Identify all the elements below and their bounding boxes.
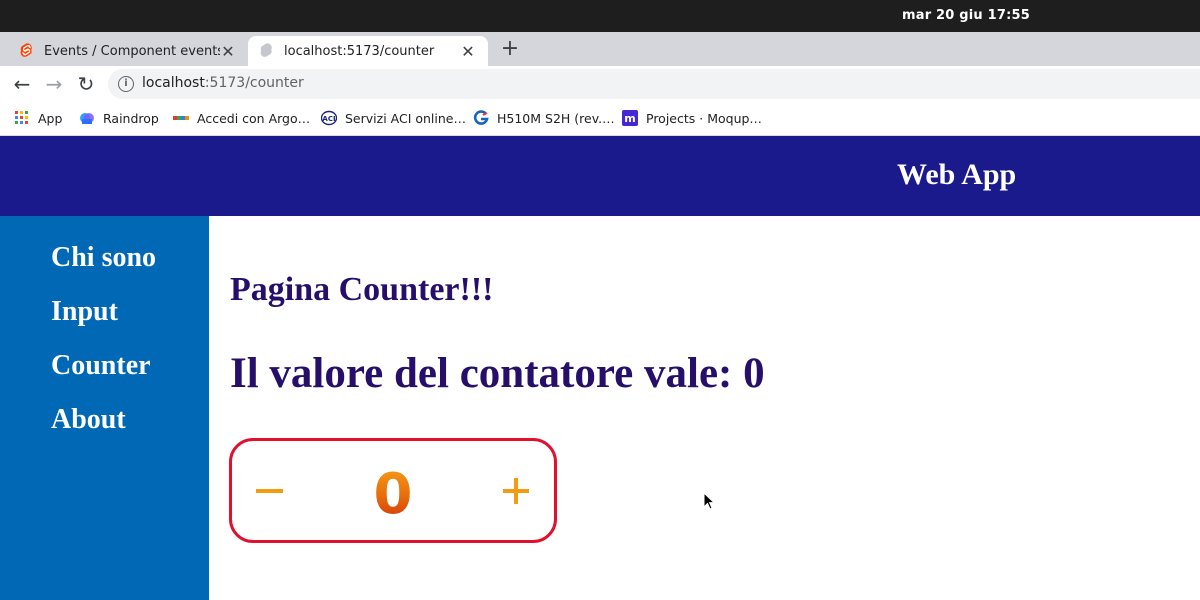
bookmark-label: H510M S2H (rev.… bbox=[497, 110, 615, 126]
bookmark-label: App bbox=[38, 110, 63, 126]
browser-tab-strip: Events / Component events • S ✕ localhos… bbox=[0, 32, 1200, 66]
page-title: Pagina Counter!!! bbox=[230, 271, 494, 308]
reload-icon[interactable]: ↻ bbox=[74, 72, 98, 96]
tab-localhost-counter[interactable]: localhost:5173/counter ✕ bbox=[248, 36, 488, 66]
nav-link-about[interactable]: About bbox=[51, 404, 126, 436]
url-text[interactable]: localhost:5173/counter bbox=[142, 75, 304, 91]
nav-link-counter[interactable]: Counter bbox=[51, 350, 151, 382]
close-icon[interactable]: ✕ bbox=[460, 42, 476, 61]
globe-icon bbox=[260, 43, 274, 59]
bookmark-label: Servizi ACI online… bbox=[345, 110, 466, 126]
mouse-cursor-icon bbox=[703, 491, 717, 516]
nav-link-input[interactable]: Input bbox=[51, 296, 118, 328]
address-bar[interactable]: i localhost:5173/counter bbox=[108, 69, 1200, 99]
bookmark-label: Raindrop bbox=[103, 110, 159, 126]
tab-svelte-events[interactable]: Events / Component events • S ✕ bbox=[8, 36, 248, 66]
bookmarks-bar: App Raindrop Accedi con Argo… ACI Serviz… bbox=[0, 102, 1200, 136]
bookmark-aci[interactable]: ACI Servizi ACI online… bbox=[320, 110, 466, 126]
aci-icon: ACI bbox=[320, 110, 338, 126]
decrement-button[interactable] bbox=[240, 463, 296, 519]
sidebar-nav: Chi sono Input Counter About bbox=[0, 216, 209, 600]
tab-title: Events / Component events • S bbox=[44, 43, 220, 59]
bookmark-label: Accedi con Argo… bbox=[197, 110, 311, 126]
bookmark-h510m[interactable]: H510M S2H (rev.… bbox=[473, 110, 615, 126]
bookmark-raindrop[interactable]: Raindrop bbox=[79, 110, 159, 126]
system-clock[interactable]: mar 20 giu 17:55 bbox=[902, 8, 1030, 23]
url-host: localhost bbox=[142, 75, 205, 91]
svg-text:m: m bbox=[624, 112, 635, 125]
url-path: :5173/counter bbox=[204, 75, 304, 91]
bookmark-app[interactable]: App bbox=[14, 110, 62, 126]
nav-link-chi-sono[interactable]: Chi sono bbox=[51, 242, 156, 274]
bookmark-moqups[interactable]: m Projects · Moqup… bbox=[622, 110, 762, 126]
browser-toolbar: ← → ↻ i localhost:5173/counter bbox=[0, 66, 1200, 102]
moqups-icon: m bbox=[622, 110, 638, 126]
new-tab-button[interactable]: + bbox=[500, 37, 520, 61]
plus-icon bbox=[503, 478, 529, 504]
raindrop-icon bbox=[79, 110, 95, 126]
increment-button[interactable] bbox=[488, 463, 544, 519]
counter-digit: 0 bbox=[374, 465, 413, 521]
counter-value-text: Il valore del contatore vale: 0 bbox=[230, 350, 765, 397]
forward-arrow-icon[interactable]: → bbox=[42, 72, 66, 96]
argo-icon bbox=[173, 110, 189, 126]
counter-widget: 0 bbox=[229, 438, 557, 543]
minus-icon bbox=[256, 489, 283, 493]
bookmark-label: Projects · Moqup… bbox=[646, 110, 762, 126]
main-content: Pagina Counter!!! Il valore del contator… bbox=[209, 216, 1200, 600]
app-header: Web App bbox=[0, 136, 1200, 216]
back-arrow-icon[interactable]: ← bbox=[10, 72, 34, 96]
counter-display: 0 bbox=[371, 462, 415, 527]
tab-title: localhost:5173/counter bbox=[284, 43, 435, 59]
app-title: Web App bbox=[897, 158, 1017, 191]
close-icon[interactable]: ✕ bbox=[220, 42, 236, 61]
os-top-bar: mar 20 giu 17:55 bbox=[0, 0, 1200, 32]
info-icon[interactable]: i bbox=[118, 76, 134, 92]
bookmark-argo[interactable]: Accedi con Argo… bbox=[173, 110, 310, 126]
svelte-icon bbox=[20, 43, 34, 59]
svg-text:ACI: ACI bbox=[322, 115, 335, 123]
gigabyte-icon bbox=[473, 110, 489, 126]
apps-grid-icon bbox=[14, 110, 30, 126]
